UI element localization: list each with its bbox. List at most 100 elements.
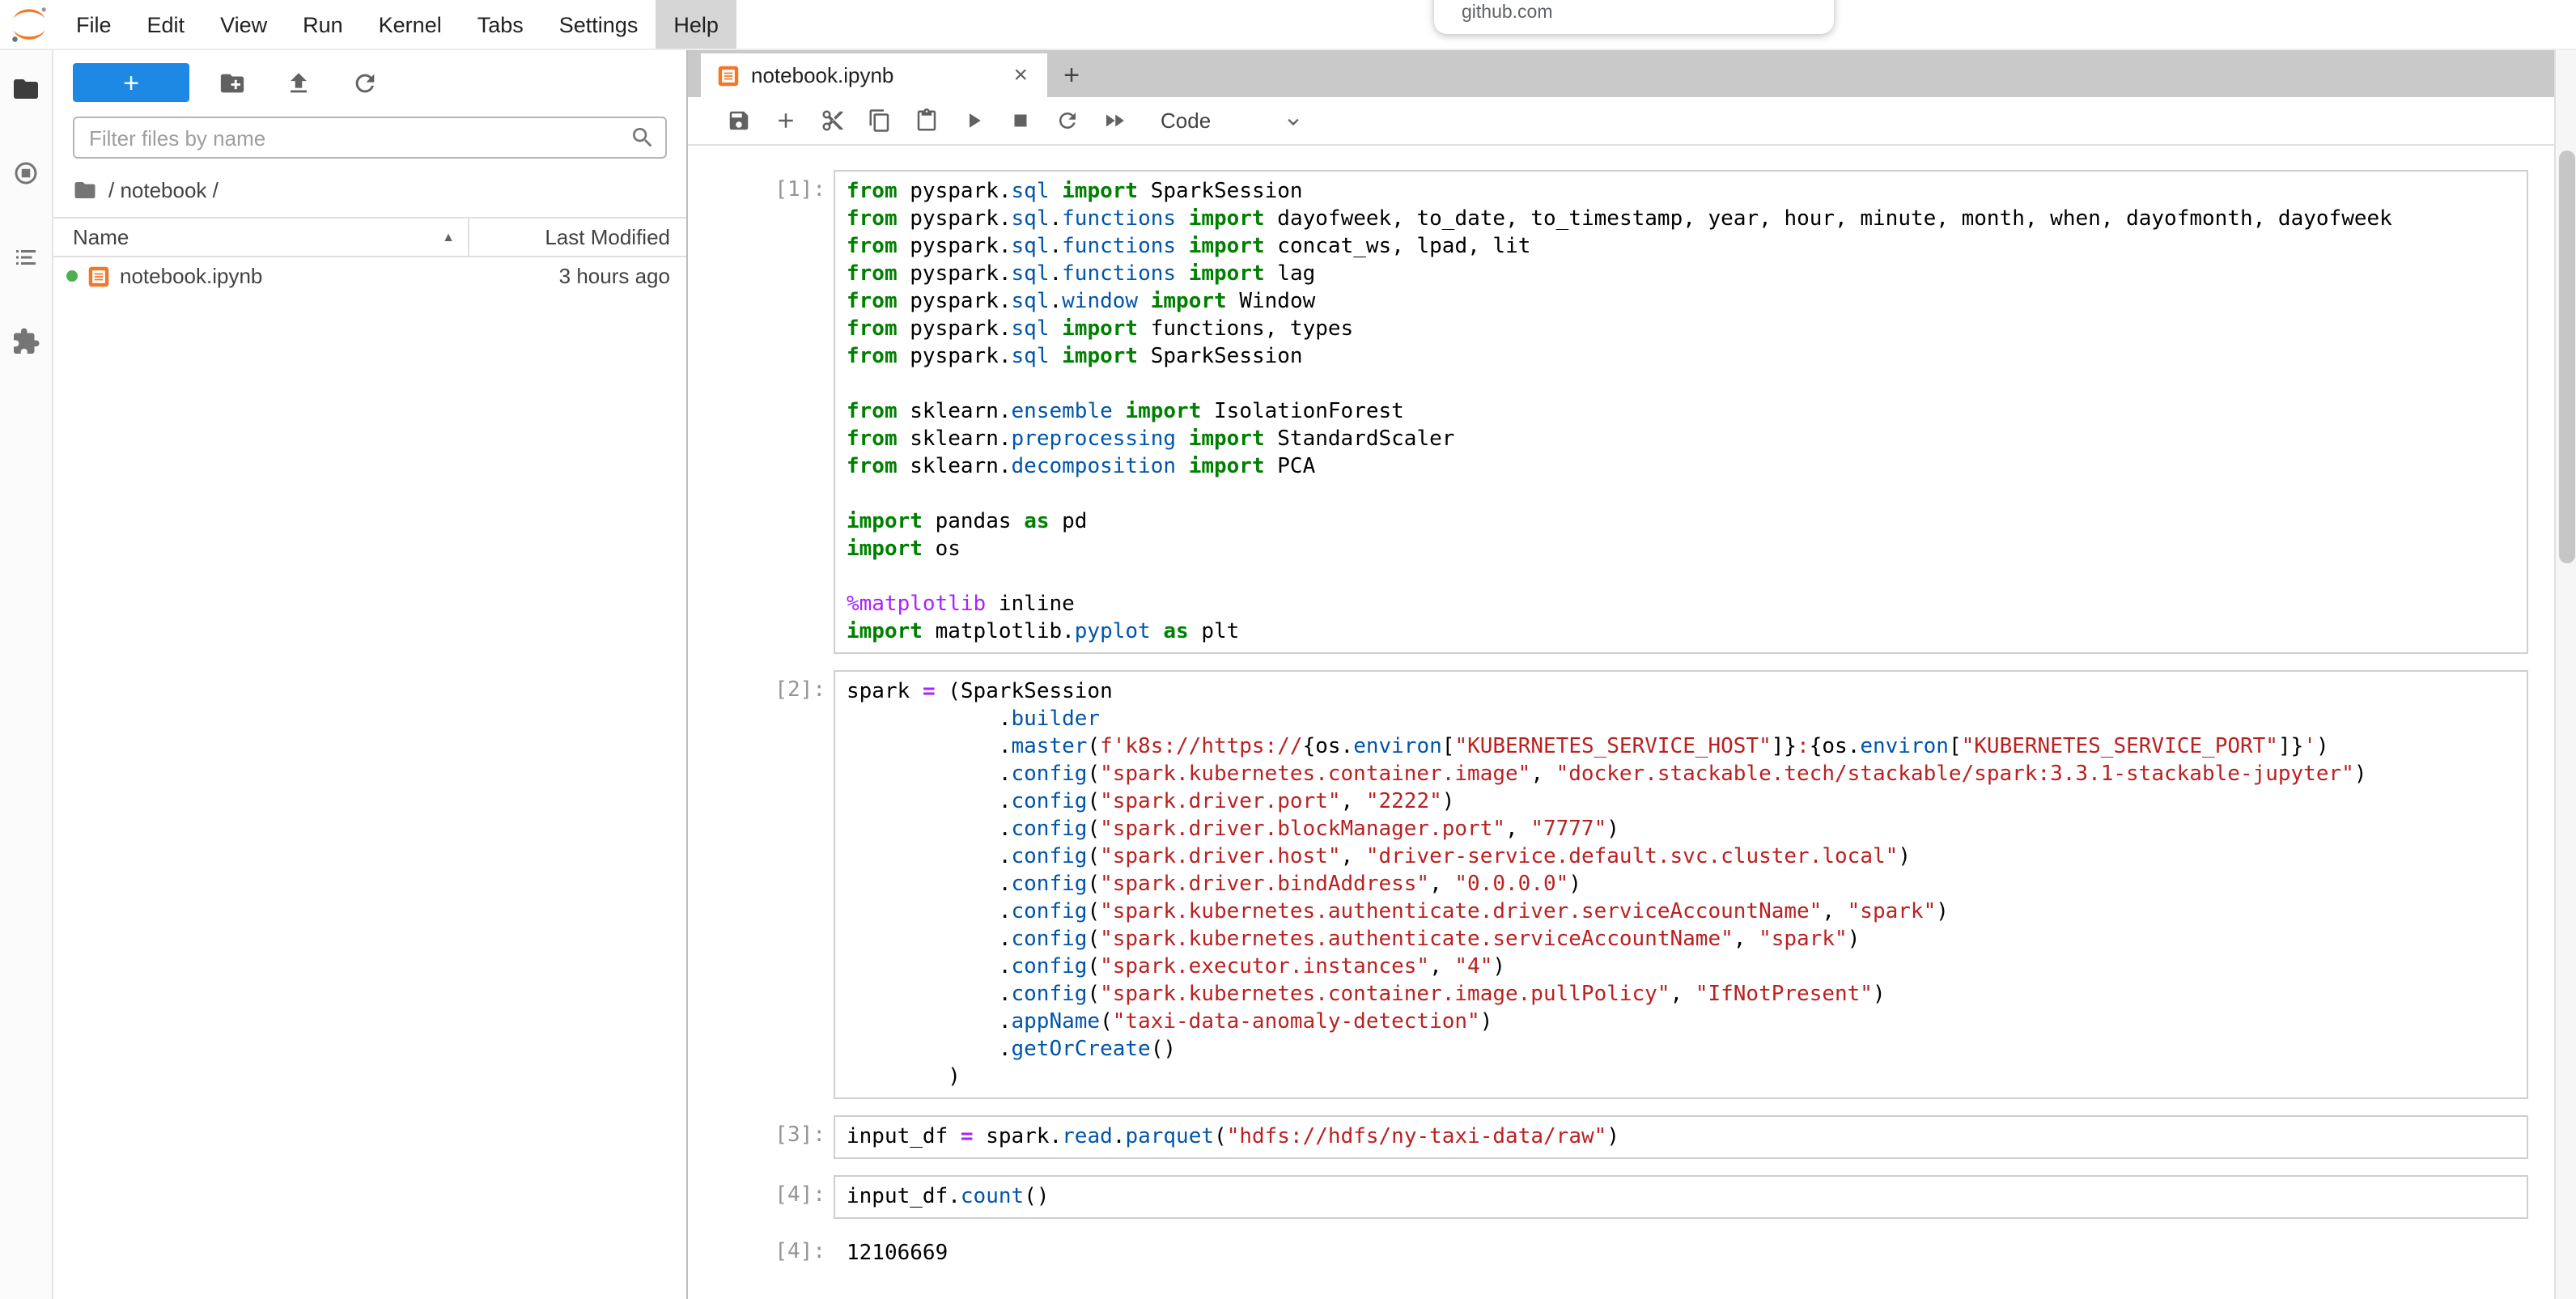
restart-icon bbox=[1055, 108, 1080, 133]
code-line: from pyspark.sql.functions import lag bbox=[847, 261, 2514, 288]
plus-icon: + bbox=[123, 69, 139, 96]
input-prompt: [1]: bbox=[730, 170, 834, 654]
input-prompt: [2]: bbox=[730, 670, 834, 1099]
scrollbar-thumb[interactable] bbox=[2558, 151, 2574, 563]
code-line: .config("spark.driver.blockManager.port"… bbox=[847, 816, 2514, 843]
code-line: from pyspark.sql import functions, types bbox=[847, 316, 2514, 343]
output-cell: [4]:12106669 bbox=[730, 1232, 2527, 1274]
file-browser-tab-icon[interactable] bbox=[6, 70, 45, 108]
code-line: .master(f'k8s://https://{os.environ["KUB… bbox=[847, 733, 2514, 761]
upload-button[interactable] bbox=[265, 63, 332, 102]
tab-notebook[interactable]: notebook.ipynb × bbox=[701, 53, 1047, 97]
plus-icon bbox=[774, 108, 798, 133]
home-folder-icon[interactable] bbox=[73, 178, 97, 202]
menu-item-kernel[interactable]: Kernel bbox=[361, 0, 460, 49]
restart-run-all-button[interactable] bbox=[1091, 100, 1138, 142]
new-folder-button[interactable] bbox=[199, 63, 265, 102]
menu-item-file[interactable]: File bbox=[58, 0, 129, 49]
file-browser-panel: + bbox=[53, 50, 688, 1299]
code-line: .config("spark.kubernetes.authenticate.d… bbox=[847, 898, 2514, 926]
menu-item-view[interactable]: View bbox=[202, 0, 285, 49]
save-icon bbox=[727, 108, 751, 133]
scissors-icon bbox=[821, 108, 845, 133]
code-line: .config("spark.driver.port", "2222") bbox=[847, 788, 2514, 816]
refresh-file-list-button[interactable] bbox=[332, 63, 398, 102]
code-line: import matplotlib.pyplot as plt bbox=[847, 618, 2514, 646]
chevron-down-icon bbox=[1282, 109, 1305, 132]
code-line: from sklearn.decomposition import PCA bbox=[847, 453, 2514, 481]
cell-type-value: Code bbox=[1161, 108, 1211, 133]
filter-files-input[interactable] bbox=[73, 117, 667, 159]
running-kernels-icon[interactable] bbox=[6, 154, 45, 193]
code-line: from pyspark.sql.functions import dayofw… bbox=[847, 206, 2514, 233]
main-dock-panel: notebook.ipynb × + Code bbox=[688, 50, 2576, 1299]
close-tab-icon[interactable]: × bbox=[1010, 62, 1031, 89]
cell-code-editor[interactable]: from pyspark.sql import SparkSessionfrom… bbox=[834, 170, 2527, 654]
name-column-label: Name bbox=[73, 225, 129, 249]
copy-icon bbox=[868, 108, 892, 133]
paste-icon bbox=[915, 108, 939, 133]
code-line: .getOrCreate() bbox=[847, 1036, 2514, 1063]
menu-item-tabs[interactable]: Tabs bbox=[460, 0, 541, 49]
file-name: notebook.ipynb bbox=[120, 264, 476, 288]
activity-bar bbox=[0, 50, 53, 1299]
file-list-header: Name ▲ Last Modified bbox=[53, 217, 686, 257]
code-line: import os bbox=[847, 536, 2514, 563]
interrupt-kernel-button[interactable] bbox=[997, 100, 1044, 142]
cell-code-editor[interactable]: input_df.count() bbox=[834, 1175, 2527, 1219]
new-launcher-button[interactable]: + bbox=[73, 63, 189, 102]
code-line: ) bbox=[847, 1063, 2514, 1091]
new-tab-button[interactable]: + bbox=[1047, 53, 1096, 97]
notebook-content: [1]:from pyspark.sql import SparkSession… bbox=[688, 146, 2576, 1299]
code-line bbox=[847, 371, 2514, 398]
code-line bbox=[847, 481, 2514, 508]
code-line: .config("spark.kubernetes.container.imag… bbox=[847, 981, 2514, 1008]
column-header-name[interactable]: Name ▲ bbox=[53, 219, 469, 256]
vertical-scrollbar[interactable] bbox=[2553, 50, 2576, 1299]
code-cell: [3]: input_df = spark.read.parquet("hdfs:… bbox=[730, 1115, 2527, 1159]
breadcrumb[interactable]: / notebook / bbox=[53, 170, 686, 217]
code-cell: [4]:input_df.count() bbox=[730, 1175, 2527, 1219]
popup-site-label: github.com bbox=[1462, 3, 1553, 23]
new-folder-icon bbox=[219, 69, 246, 96]
code-line: input_df = spark.read.parquet("hdfs://hd… bbox=[847, 1123, 2514, 1151]
code-line: .appName("taxi-data-anomaly-detection") bbox=[847, 1008, 2514, 1036]
menu-item-help[interactable]: Help bbox=[656, 0, 736, 49]
code-cell: [1]:from pyspark.sql import SparkSession… bbox=[730, 170, 2527, 654]
run-cell-button[interactable] bbox=[950, 100, 997, 142]
browser-permission-popup: github.com bbox=[1434, 0, 1834, 34]
code-line: .builder bbox=[847, 706, 2514, 733]
code-line: from sklearn.preprocessing import Standa… bbox=[847, 426, 2514, 453]
refresh-icon bbox=[351, 69, 379, 96]
extension-manager-icon[interactable] bbox=[6, 322, 45, 361]
notebook-tab-icon bbox=[717, 64, 740, 87]
file-modified: 3 hours ago bbox=[476, 264, 670, 288]
copy-cells-button[interactable] bbox=[856, 100, 903, 142]
cell-code-editor[interactable]: input_df = spark.read.parquet("hdfs://hd… bbox=[834, 1115, 2527, 1159]
cell-type-dropdown[interactable]: Code bbox=[1161, 108, 1305, 133]
column-header-last-modified[interactable]: Last Modified bbox=[469, 219, 686, 256]
restart-kernel-button[interactable] bbox=[1044, 100, 1091, 142]
cut-cells-button[interactable] bbox=[809, 100, 856, 142]
file-row[interactable]: notebook.ipynb 3 hours ago bbox=[53, 257, 686, 295]
table-of-contents-icon[interactable] bbox=[6, 238, 45, 277]
paste-cells-button[interactable] bbox=[903, 100, 950, 142]
cell-code-editor[interactable]: spark = (SparkSession .builder .master(f… bbox=[834, 670, 2527, 1099]
code-line: input_df.count() bbox=[847, 1183, 2514, 1211]
code-line: .config("spark.kubernetes.authenticate.s… bbox=[847, 926, 2514, 953]
code-cell: [2]:spark = (SparkSession .builder .mast… bbox=[730, 670, 2527, 1099]
notebook-file-icon bbox=[87, 265, 110, 287]
menu-bar: File Edit View Run Kernel Tabs Settings … bbox=[0, 0, 2576, 50]
menu-item-run[interactable]: Run bbox=[285, 0, 361, 49]
menu-item-edit[interactable]: Edit bbox=[129, 0, 203, 49]
jupyter-logo bbox=[0, 0, 58, 49]
code-line: from pyspark.sql import SparkSession bbox=[847, 343, 2514, 371]
menu-item-settings[interactable]: Settings bbox=[541, 0, 656, 49]
run-icon bbox=[961, 108, 986, 133]
insert-cell-button[interactable] bbox=[762, 100, 809, 142]
code-line: spark = (SparkSession bbox=[847, 678, 2514, 706]
input-prompt: [3]: bbox=[730, 1115, 834, 1159]
save-button[interactable] bbox=[715, 100, 762, 142]
kernel-running-dot bbox=[66, 270, 78, 282]
code-line bbox=[847, 563, 2514, 591]
